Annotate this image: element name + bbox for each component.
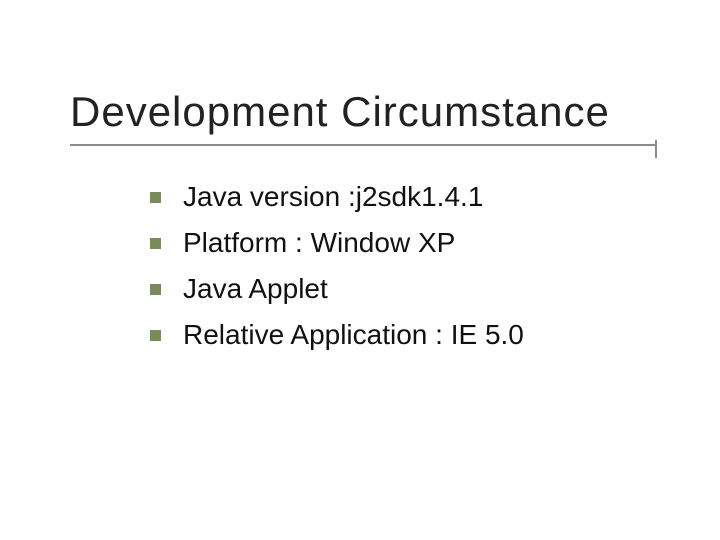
title-underline bbox=[70, 144, 655, 146]
square-bullet-icon bbox=[150, 238, 161, 249]
list-item: Java version :j2sdk1.4.1 bbox=[150, 178, 524, 216]
list-item-text: Relative Application : IE 5.0 bbox=[183, 316, 524, 354]
square-bullet-icon bbox=[150, 330, 161, 341]
list-item-text: Java Applet bbox=[183, 270, 328, 308]
list-item-text: Platform : Window XP bbox=[183, 224, 455, 262]
square-bullet-icon bbox=[150, 284, 161, 295]
bullet-list: Java version :j2sdk1.4.1 Platform : Wind… bbox=[150, 178, 524, 362]
title-underline-tick bbox=[655, 140, 657, 158]
list-item: Platform : Window XP bbox=[150, 224, 524, 262]
title-block: Development Circumstance bbox=[70, 88, 610, 136]
slide-title: Development Circumstance bbox=[70, 88, 610, 136]
list-item-text: Java version :j2sdk1.4.1 bbox=[183, 178, 483, 216]
square-bullet-icon bbox=[150, 192, 161, 203]
list-item: Java Applet bbox=[150, 270, 524, 308]
slide: Development Circumstance Java version :j… bbox=[0, 0, 720, 540]
list-item: Relative Application : IE 5.0 bbox=[150, 316, 524, 354]
